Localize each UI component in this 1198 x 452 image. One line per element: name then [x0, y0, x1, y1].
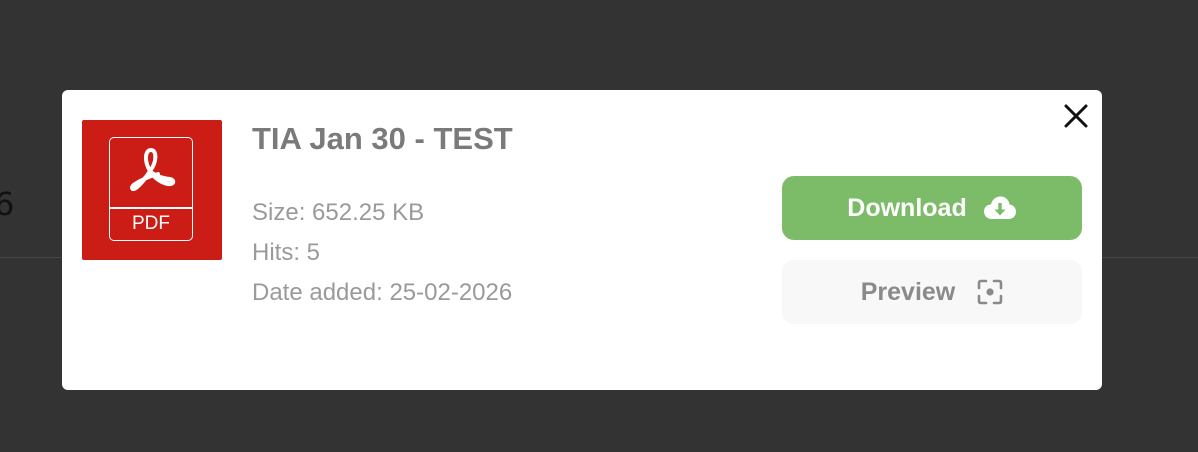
file-size: Size: 652.25 KB: [252, 199, 425, 226]
close-icon: [1064, 104, 1088, 128]
file-type-label: PDF: [132, 213, 170, 234]
download-button-label: Download: [847, 193, 967, 222]
preview-button[interactable]: Preview: [782, 260, 1082, 324]
file-details-modal: PDF TIA Jan 30 - TEST Size: 652.25 KB Hi…: [62, 90, 1102, 390]
file-hits: Hits: 5: [252, 239, 321, 266]
close-button[interactable]: [1060, 100, 1092, 132]
preview-button-label: Preview: [860, 277, 956, 306]
cloud-download-icon: [983, 195, 1017, 221]
pdf-file-icon: PDF: [82, 120, 222, 260]
acrobat-logo-icon: [130, 148, 176, 192]
file-title: TIA Jan 30 - TEST: [252, 121, 513, 156]
backdrop-partial-text: 6: [0, 185, 15, 223]
file-date-added: Date added: 25-02-2026: [252, 279, 513, 306]
download-button[interactable]: Download: [782, 176, 1082, 240]
focus-frame-icon: [977, 279, 1003, 305]
